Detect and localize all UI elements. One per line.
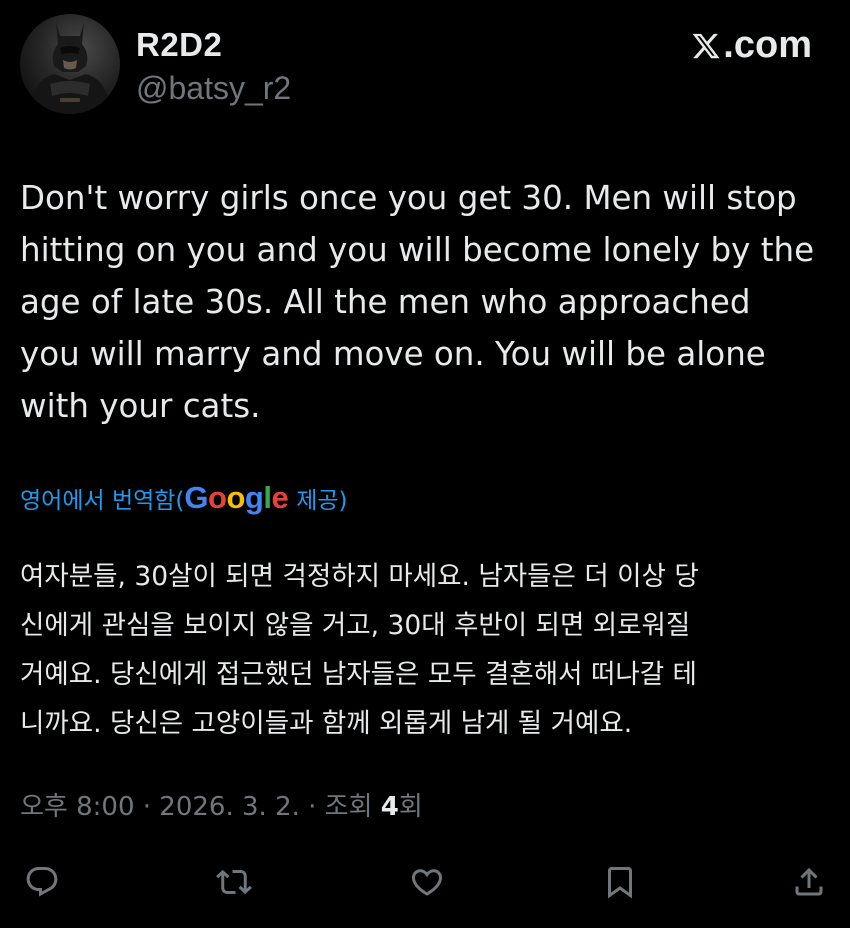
heart-icon <box>411 869 443 896</box>
repost-button[interactable] <box>214 862 254 902</box>
user-handle[interactable]: @batsy_r2 <box>136 70 291 107</box>
tweet-line: Don't worry girls once you get 30. Men w… <box>20 179 797 217</box>
avatar[interactable] <box>20 14 120 114</box>
display-name[interactable]: R2D2 <box>136 26 222 64</box>
post-date[interactable]: 2026. 3. 2. <box>159 792 300 822</box>
translated-text: 여자분들, 30살이 되면 걱정하지 마세요. 남자들은 더 이상 당 신에게 … <box>20 552 840 748</box>
views-count: 4 <box>380 792 399 822</box>
separator-dot: · <box>299 792 325 822</box>
like-button[interactable] <box>407 862 447 902</box>
google-letter: e <box>271 480 289 515</box>
views-label: 조회 <box>324 792 373 822</box>
translation-suffix: 제공) <box>296 488 348 514</box>
repost-icon <box>216 869 252 895</box>
x-logo-icon <box>692 33 720 58</box>
translated-line: 신에게 관심을 보이지 않을 거고, 30대 후반이 되면 외로워질 <box>20 610 691 641</box>
tweet-line: age of late 30s. All the men who approac… <box>20 283 751 321</box>
reply-icon <box>26 867 58 897</box>
tweet-line: with your cats. <box>20 387 261 425</box>
separator-dot: · <box>134 792 160 822</box>
x-com-logo: .com <box>691 24 812 67</box>
translated-line: 여자분들, 30살이 되면 걱정하지 마세요. 남자들은 더 이상 당 <box>20 561 699 592</box>
action-bar <box>0 862 850 902</box>
tweet-line: you will marry and move on. You will be … <box>20 335 766 373</box>
tweet-text: Don't worry girls once you get 30. Men w… <box>20 172 840 432</box>
translated-line: 거예요. 당신에게 접근했던 남자들은 모두 결혼해서 떠나갈 테 <box>20 659 697 690</box>
bookmark-icon <box>608 867 632 899</box>
site-domain: .com <box>723 24 812 66</box>
google-letter: o <box>226 480 245 515</box>
translation-attribution[interactable]: 영어에서 번역함( Google 제공) <box>20 480 348 516</box>
translation-prefix: 영어에서 번역함( <box>20 488 185 514</box>
google-logo: Google <box>184 480 288 516</box>
tweet-line: hitting on you and you will become lonel… <box>20 231 815 269</box>
google-letter: o <box>208 480 227 515</box>
views-suffix: 회 <box>398 792 423 822</box>
reply-button[interactable] <box>22 862 62 902</box>
batman-avatar-image <box>28 22 112 114</box>
tweet-metadata: 오후 8:00 · 2026. 3. 2. · 조회 4회 <box>20 786 423 823</box>
bookmark-button[interactable] <box>600 862 640 902</box>
post-time[interactable]: 오후 8:00 <box>20 792 135 822</box>
google-letter: G <box>184 480 209 515</box>
share-button[interactable] <box>789 862 829 902</box>
share-icon <box>795 867 823 896</box>
google-letter: g <box>244 480 264 515</box>
translated-line: 니까요. 당신은 고양이들과 함께 외롭게 남게 될 거예요. <box>20 708 633 739</box>
